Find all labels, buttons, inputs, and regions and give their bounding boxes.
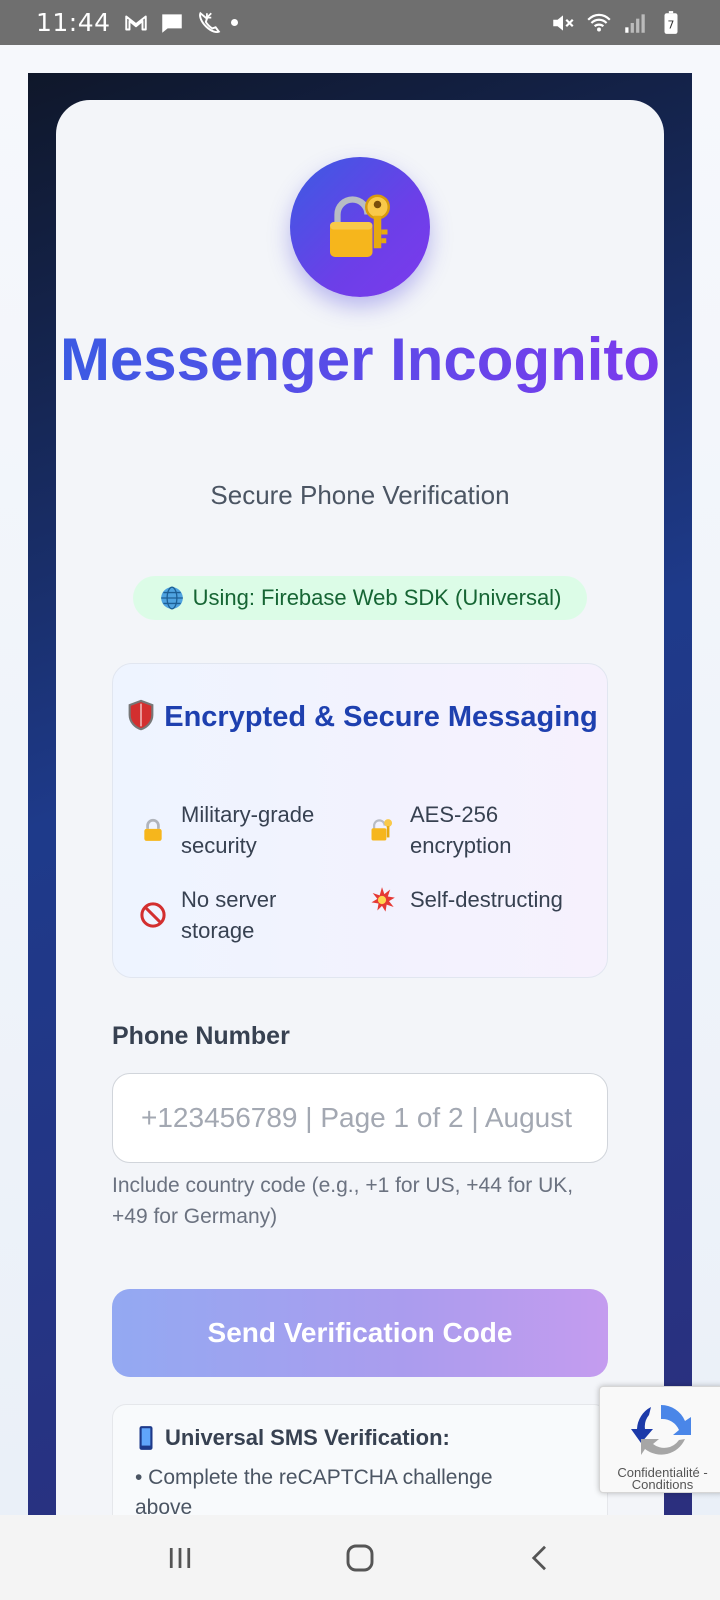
home-icon [346, 1544, 374, 1571]
features-panel: Encrypted & Secure Messaging Military-gr… [112, 663, 608, 978]
feature-label: AES-256 encryption [410, 802, 512, 858]
feature-label: Military-grade security [181, 802, 315, 858]
dot-icon [230, 19, 238, 26]
lock-key-icon [330, 194, 390, 257]
status-bar: 11:44 7 [0, 0, 720, 45]
globe-icon [160, 586, 183, 610]
phone-number-label: Phone Number [112, 1022, 290, 1050]
feature-label: No server storage [181, 887, 277, 943]
signal-icon [625, 13, 645, 33]
home-button[interactable] [330, 1528, 390, 1588]
back-button[interactable] [510, 1528, 570, 1588]
status-time: 11:44 [36, 8, 111, 37]
feature-item: Military-grade security [139, 799, 341, 861]
shield-icon [128, 699, 154, 731]
features-title-text: Encrypted & Secure Messaging [164, 701, 598, 733]
mute-icon [553, 14, 574, 31]
lock-icon [139, 816, 167, 844]
feature-item: AES-256 encryption [368, 799, 540, 861]
sms-info-title: Universal SMS Verification: [135, 1425, 585, 1451]
feature-item: Self-destructing [368, 884, 563, 915]
recaptcha-badge[interactable]: Confidentialité - Conditions [599, 1386, 720, 1493]
back-icon [531, 1545, 546, 1570]
battery-level: 7 [668, 18, 675, 31]
app-title: Messenger Incognito [56, 326, 664, 394]
wifi-icon [587, 13, 611, 31]
sdk-badge: Using: Firebase Web SDK (Universal) [133, 576, 587, 620]
no-entry-icon [139, 901, 167, 929]
features-title: Encrypted & Secure Messaging [113, 694, 609, 740]
recent-apps-button[interactable] [150, 1528, 210, 1588]
feature-item: No server storage [139, 884, 311, 946]
recent-apps-icon [169, 1547, 191, 1568]
sms-info-title-text: Universal SMS Verification: [165, 1425, 450, 1450]
gmail-icon [124, 15, 147, 30]
feature-label: Self-destructing [410, 887, 563, 912]
navigation-bar [0, 1515, 720, 1600]
phone-icon [139, 1426, 153, 1450]
battery-icon: 7 [664, 10, 678, 34]
explosion-icon [368, 886, 396, 914]
send-verification-button[interactable]: Send Verification Code [112, 1289, 608, 1377]
notification-icons [123, 10, 238, 36]
sdk-badge-label: Using: Firebase Web SDK (Universal) [192, 585, 562, 610]
recaptcha-links[interactable]: Confidentialité - Conditions [600, 1466, 720, 1491]
lock-key-icon [368, 816, 396, 844]
message-icon [161, 13, 182, 33]
sms-info-line: • Complete the reCAPTCHA challenge above [135, 1466, 493, 1519]
recaptcha-icon [631, 1405, 691, 1455]
system-icons: 7 [550, 10, 684, 36]
page-subtitle: Secure Phone Verification [210, 480, 510, 510]
call-icon [198, 11, 220, 33]
phone-number-input[interactable] [112, 1073, 608, 1163]
app-logo [290, 157, 430, 297]
phone-help-text: Include country code (e.g., +1 for US, +… [112, 1174, 574, 1228]
